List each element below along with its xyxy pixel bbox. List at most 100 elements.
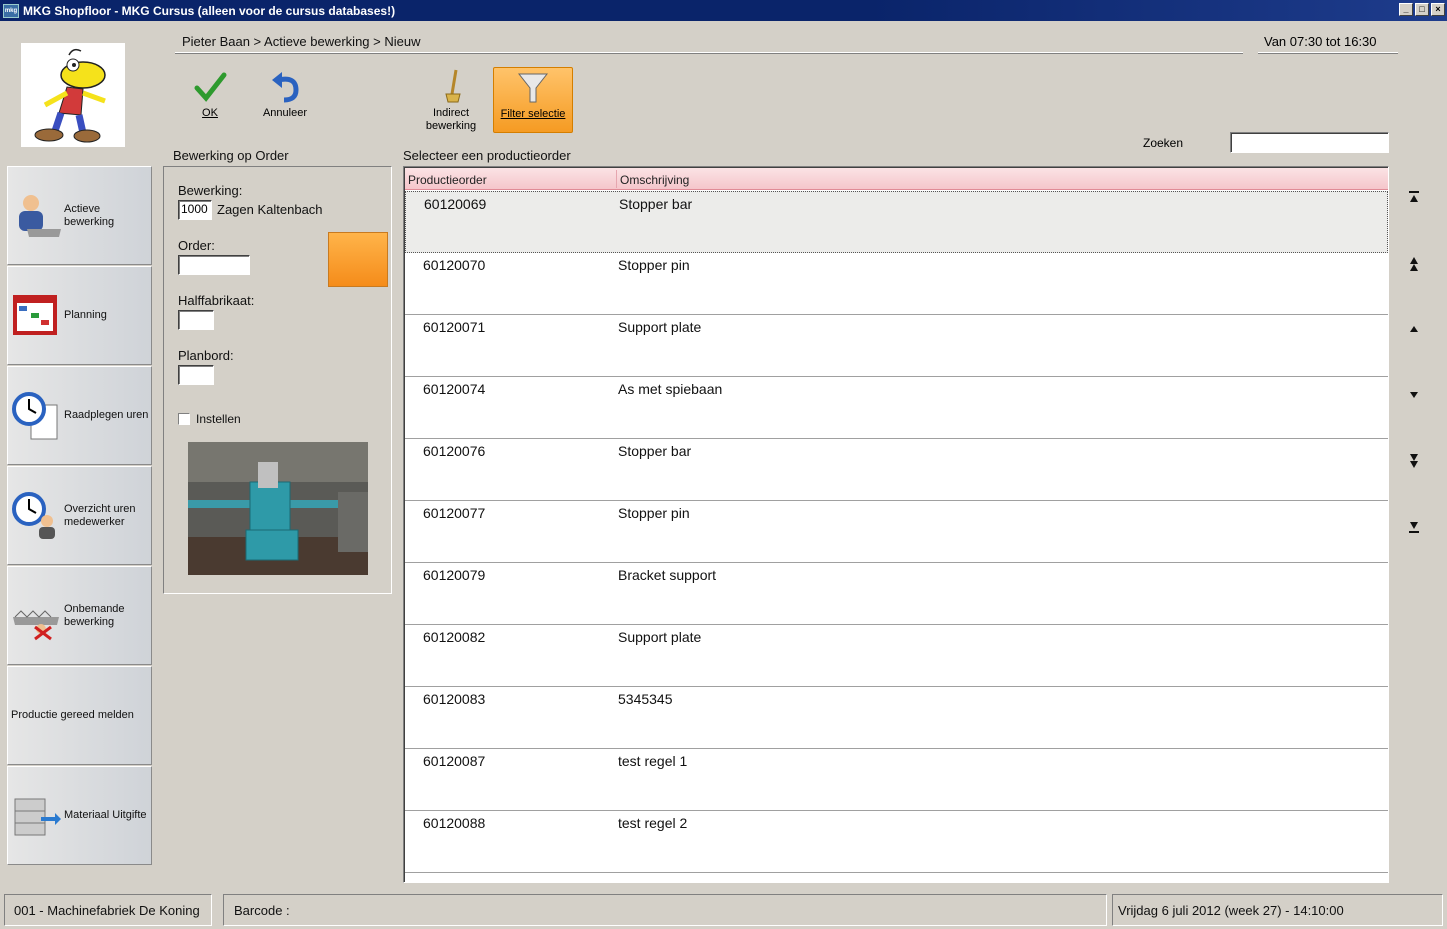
broom-icon (434, 67, 468, 107)
table-row[interactable]: 60120076 Stopper bar (405, 439, 1388, 501)
bewerking-label: Bewerking: (178, 183, 243, 198)
cell-omschrijving: test regel 2 (618, 815, 688, 831)
sidebar-item-actieve-bewerking[interactable]: Actieve bewerking (7, 166, 152, 265)
instellen-label: Instellen (196, 412, 241, 426)
filter-label: Filter selectie (500, 108, 566, 120)
instellen-checkbox[interactable] (178, 413, 190, 425)
page-down-icon[interactable] (1405, 453, 1423, 471)
table-row[interactable]: 60120082 Support plate (405, 625, 1388, 687)
table-row[interactable]: 60120077 Stopper pin (405, 501, 1388, 563)
table-row[interactable]: 60120071 Support plate (405, 315, 1388, 377)
bewerking-name: Zagen Kaltenbach (217, 202, 323, 217)
machine-photo (188, 442, 368, 575)
cell-productieorder: 60120088 (423, 815, 486, 831)
sidebar-item-onbemande-bewerking[interactable]: Onbemande bewerking (7, 566, 152, 665)
cell-omschrijving: Stopper bar (618, 443, 692, 459)
table-row[interactable]: 60120069 Stopper bar (405, 191, 1388, 253)
cell-productieorder: 60120076 (423, 443, 486, 459)
orders-section-title: Selecteer een productieorder (403, 148, 571, 163)
cell-omschrijving: Stopper bar (619, 196, 693, 212)
cell-omschrijving: Stopper pin (618, 257, 690, 273)
table-row[interactable]: 60120088 test regel 2 (405, 811, 1388, 873)
order-action-button[interactable] (328, 232, 388, 287)
cell-productieorder: 60120082 (423, 629, 486, 645)
cell-productieorder: 60120087 (423, 753, 486, 769)
scroll-down-icon[interactable] (1405, 389, 1423, 407)
maximize-icon[interactable]: □ (1415, 3, 1429, 16)
sidebar-label: Raadplegen uren (64, 409, 149, 421)
barcode-field[interactable]: Barcode : (223, 894, 1107, 926)
cell-productieorder: 60120083 (423, 691, 486, 707)
cancel-button[interactable]: Annuleer (245, 67, 325, 133)
ok-label: OK (202, 107, 218, 119)
cell-productieorder: 60120070 (423, 257, 486, 273)
order-label: Order: (178, 238, 215, 253)
table-row[interactable]: 60120087 test regel 1 (405, 749, 1388, 811)
sidebar-item-materiaal-uitgifte[interactable]: Materiaal Uitgifte (7, 766, 152, 865)
indirect-bewerking-button[interactable]: Indirect bewerking (411, 67, 491, 133)
sidebar-item-productie-gereed-melden[interactable]: Productie gereed melden (7, 666, 152, 765)
company-logo (21, 43, 125, 147)
sidebar-label: Planning (64, 309, 107, 321)
sidebar-item-overzicht-uren[interactable]: Overzicht uren medewerker (7, 466, 152, 565)
column-header-productieorder[interactable]: Productieorder (408, 173, 487, 187)
clock-icon (11, 391, 61, 441)
sidebar-label: Actieve (64, 202, 101, 215)
cell-omschrijving: test regel 1 (618, 753, 688, 769)
close-icon[interactable]: × (1431, 3, 1445, 16)
sidebar-label: Onbemande (64, 602, 125, 615)
cell-productieorder: 60120079 (423, 567, 486, 583)
page-up-icon[interactable] (1405, 256, 1423, 274)
ok-button[interactable]: OK (170, 67, 250, 133)
table-row[interactable]: 60120079 Bracket support (405, 563, 1388, 625)
orders-table: Productieorder Omschrijving 60120069 Stop… (403, 166, 1389, 883)
shelves-icon (11, 791, 61, 841)
sidebar-label: bewerking (64, 215, 115, 228)
halffabrikaat-field[interactable] (178, 310, 214, 330)
window-controls: _ □ × (1399, 3, 1445, 16)
cell-productieorder: 60120074 (423, 381, 486, 397)
calendar-icon (11, 291, 61, 341)
indirect-label-1: Indirect (432, 107, 470, 119)
search-input[interactable] (1230, 132, 1389, 153)
cell-productieorder: 60120069 (424, 196, 487, 212)
scroll-top-icon[interactable] (1405, 190, 1423, 208)
cell-omschrijving: As met spiebaan (618, 381, 723, 397)
table-body: 60120069 Stopper bar 60120070 Stopper pin 60… (405, 191, 1388, 873)
filter-selectie-button[interactable]: Filter selectie (493, 67, 573, 133)
cell-omschrijving: 5345345 (618, 691, 673, 707)
sidebar-label: Overzicht uren (64, 502, 136, 515)
cell-omschrijving: Stopper pin (618, 505, 690, 521)
sidebar-label: Materiaal Uitgifte (64, 809, 147, 821)
funnel-icon (516, 68, 550, 108)
bewerking-code-field[interactable]: 1000 (178, 200, 212, 220)
checkmark-icon (193, 67, 227, 107)
cell-omschrijving: Support plate (618, 629, 702, 645)
sidebar-label: bewerking (64, 615, 115, 628)
title-bar: mkg MKG Shopfloor - MKG Cursus (alleen v… (0, 0, 1447, 21)
cancel-label: Annuleer (262, 107, 308, 119)
table-row[interactable]: 60120083 5345345 (405, 687, 1388, 749)
scroll-bottom-icon[interactable] (1405, 520, 1423, 538)
status-datetime: Vrijdag 6 juli 2012 (week 27) - 14:10:00 (1112, 894, 1443, 926)
sidebar-item-raadplegen-uren[interactable]: Raadplegen uren (7, 366, 152, 465)
shift-time: Van 07:30 tot 16:30 (1258, 34, 1398, 53)
table-header: Productieorder Omschrijving (405, 168, 1388, 190)
planbord-field[interactable] (178, 365, 214, 385)
cell-productieorder: 60120077 (423, 505, 486, 521)
table-row[interactable]: 60120070 Stopper pin (405, 253, 1388, 315)
order-field[interactable] (178, 255, 250, 275)
table-row[interactable]: 60120074 As met spiebaan (405, 377, 1388, 439)
sidebar-label: Productie gereed melden (11, 709, 134, 721)
sidebar-item-planning[interactable]: Planning (7, 266, 152, 365)
scroll-up-icon[interactable] (1405, 323, 1423, 341)
halffabrikaat-label: Halffabrikaat: (178, 293, 255, 308)
column-header-omschrijving[interactable]: Omschrijving (620, 173, 689, 187)
sidebar-label: medewerker (64, 515, 125, 528)
cell-omschrijving: Support plate (618, 319, 702, 335)
minimize-icon[interactable]: _ (1399, 3, 1413, 16)
clock-person-icon (11, 491, 61, 541)
operation-section-title: Bewerking op Order (173, 148, 289, 163)
unmanned-saw-icon (11, 591, 61, 641)
indirect-label-2: bewerking (425, 120, 477, 132)
